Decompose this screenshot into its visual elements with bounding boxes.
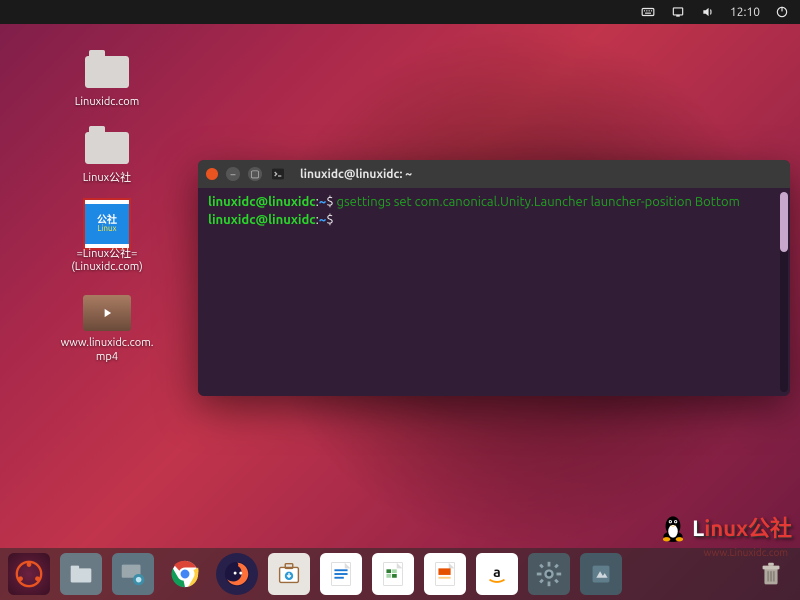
window-minimize-button[interactable]: – [226, 167, 240, 181]
show-applications-button[interactable] [8, 553, 50, 595]
scrollbar-thumb[interactable] [780, 192, 788, 252]
terminal-body[interactable]: linuxidc@linuxidc:~$ gsettings set com.c… [198, 188, 790, 396]
watermark: Linux公社 www.Linuxidc.com [656, 510, 792, 544]
keyboard-indicator-icon[interactable] [640, 4, 656, 20]
terminal-title: linuxidc@linuxidc: ~ [300, 168, 412, 181]
clock[interactable]: 12:10 [730, 6, 760, 19]
shortcut-linux-gongshe[interactable]: 公社Linux =Linux公社= (Linuxidc.com) [32, 204, 182, 276]
firefox-app[interactable] [216, 553, 258, 595]
terminal-scrollbar[interactable] [780, 192, 788, 392]
desktop: 12:10 Linuxidc.com Linux公社 公社Linux =Linu… [0, 0, 800, 600]
prompt-user: linuxidc@linuxidc [208, 195, 316, 209]
folder-icon [83, 128, 131, 168]
app-indicator[interactable] [580, 553, 622, 595]
libreoffice-calc-app[interactable] [372, 553, 414, 595]
trash[interactable] [750, 553, 792, 595]
icon-label: Linux公社 [83, 172, 131, 186]
icon-label: www.linuxidc.com. mp4 [61, 337, 154, 365]
window-close-button[interactable] [206, 168, 218, 180]
watermark-brand-first: L [692, 516, 704, 541]
settings-app[interactable] [528, 553, 570, 595]
terminal-titlebar[interactable]: – ▢ linuxidc@linuxidc: ~ [198, 160, 790, 188]
libreoffice-writer-app[interactable] [320, 553, 362, 595]
tux-icon [656, 510, 690, 544]
top-panel: 12:10 [0, 0, 800, 24]
volume-indicator-icon[interactable] [700, 4, 716, 20]
screenshot-app[interactable] [112, 553, 154, 595]
video-file[interactable]: www.linuxidc.com. mp4 [32, 293, 182, 365]
desktop-icons: Linuxidc.com Linux公社 公社Linux =Linux公社= (… [32, 52, 182, 383]
app-logo-icon: 公社Linux [83, 204, 131, 244]
terminal-window[interactable]: – ▢ linuxidc@linuxidc: ~ linuxidc@linuxi… [198, 160, 790, 396]
power-icon[interactable] [774, 4, 790, 20]
window-maximize-button[interactable]: ▢ [248, 167, 262, 181]
chrome-app[interactable] [164, 553, 206, 595]
dock: a [0, 548, 800, 600]
software-center-app[interactable] [268, 553, 310, 595]
svg-text:a: a [493, 564, 501, 580]
folder-icon [83, 52, 131, 92]
files-app[interactable] [60, 553, 102, 595]
watermark-brand-rest: inux公社 [704, 516, 792, 541]
network-indicator-icon[interactable] [670, 4, 686, 20]
amazon-app[interactable]: a [476, 553, 518, 595]
icon-label: =Linux公社= (Linuxidc.com) [71, 248, 142, 276]
prompt-user: linuxidc@linuxidc [208, 213, 316, 227]
command-text: gsettings set com.canonical.Unity.Launch… [337, 195, 740, 209]
folder-linuxidc-com[interactable]: Linuxidc.com [32, 52, 182, 110]
terminal-app-icon [270, 166, 286, 182]
libreoffice-impress-app[interactable] [424, 553, 466, 595]
icon-label: Linuxidc.com [75, 96, 139, 110]
video-thumb-icon [83, 293, 131, 333]
folder-linux-gongshe[interactable]: Linux公社 [32, 128, 182, 186]
